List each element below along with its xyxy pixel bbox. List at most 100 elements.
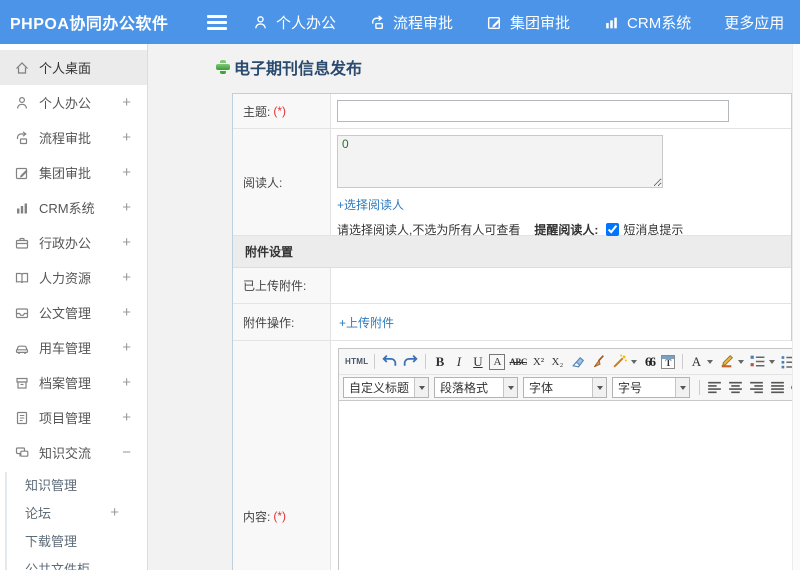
underline-button[interactable]: U xyxy=(468,352,487,372)
nav-more-apps[interactable]: 更多应用 xyxy=(724,12,800,33)
nav-crm[interactable]: CRM系统 xyxy=(603,12,691,33)
caret-down-icon[interactable] xyxy=(737,359,744,364)
strikethrough-button[interactable]: ABC xyxy=(507,352,529,372)
required-marker: (*) xyxy=(273,104,287,118)
align-left-button[interactable] xyxy=(704,378,725,398)
align-center-button[interactable] xyxy=(725,378,746,398)
undo-button[interactable] xyxy=(379,352,400,372)
date-icon: T xyxy=(661,354,676,369)
caret-down-icon[interactable] xyxy=(706,359,713,364)
font-family-select[interactable]: 字体 xyxy=(523,377,608,398)
editor-toolbar-row1: HTML B I U A ABC X² X₂ 66 T A xyxy=(339,349,800,375)
font-size-select[interactable]: 字号 xyxy=(612,377,691,398)
editor-toolbar-row2: 自定义标题 段落格式 字体 字号 xyxy=(339,375,800,401)
attachment-section-header: 附件设置 xyxy=(233,236,791,268)
expand-icon[interactable]: + xyxy=(122,269,131,286)
paragraph-format-select[interactable]: 段落格式 xyxy=(434,377,519,398)
open-book-icon xyxy=(15,272,29,283)
ordered-list-button[interactable] xyxy=(747,352,768,372)
align-right-icon xyxy=(750,381,763,394)
expand-icon[interactable]: + xyxy=(110,504,119,521)
collapse-icon[interactable]: − xyxy=(122,444,131,461)
format-brush-button[interactable] xyxy=(588,352,609,372)
sidebar-item-personal-office[interactable]: 个人办公 + xyxy=(0,85,147,120)
form-row-subject: 主题: (*) xyxy=(233,94,791,129)
redo-button[interactable] xyxy=(400,352,421,372)
undo-icon xyxy=(382,355,397,366)
nav-workflow-approval[interactable]: 流程审批 xyxy=(369,12,453,33)
justify-button[interactable] xyxy=(767,378,788,398)
expand-icon[interactable]: + xyxy=(122,304,131,321)
caret-down-icon[interactable] xyxy=(592,378,607,397)
scrollbar-track[interactable] xyxy=(792,44,800,570)
page-title: 电子期刊信息发布 xyxy=(216,55,362,79)
subscript-button[interactable]: X₂ xyxy=(548,352,567,372)
sidebar-item-document-mgmt[interactable]: 公文管理 + xyxy=(0,295,147,330)
sidebar-subitem-download-mgmt[interactable]: 下载管理 xyxy=(0,526,147,554)
sidebar-subitem-public-file-cabinet[interactable]: 公共文件柜 xyxy=(0,554,147,570)
sidebar-item-group-approval[interactable]: 集团审批 + xyxy=(0,155,147,190)
editor-content-area[interactable] xyxy=(339,401,800,570)
sms-remind-checkbox[interactable] xyxy=(606,223,620,236)
remind-readers-label: 提醒阅读人: xyxy=(534,223,599,237)
knowledge-exchange-submenu: 知识管理 论坛 + 下载管理 公共文件柜 xyxy=(0,470,147,570)
justify-icon xyxy=(771,381,784,394)
italic-button[interactable]: I xyxy=(449,352,468,372)
ordered-list-icon xyxy=(750,355,765,367)
sidebar-item-project-mgmt[interactable]: 项目管理 + xyxy=(0,400,147,435)
bold-button[interactable]: B xyxy=(430,352,449,372)
expand-icon[interactable]: + xyxy=(122,199,131,216)
source-code-button[interactable]: HTML xyxy=(343,352,370,372)
expand-icon[interactable]: + xyxy=(122,374,131,391)
expand-icon[interactable]: + xyxy=(122,164,131,181)
sidebar: 个人桌面 个人办公 + 流程审批 + 集团审批 + CRM系统 + 行政办公 +… xyxy=(0,44,148,570)
sidebar-item-workflow-approval[interactable]: 流程审批 + xyxy=(0,120,147,155)
expand-icon[interactable]: + xyxy=(122,94,131,111)
nav-personal-office[interactable]: 个人办公 xyxy=(252,12,336,33)
sidebar-item-hr[interactable]: 人力资源 + xyxy=(0,260,147,295)
remove-format-button[interactable] xyxy=(567,352,588,372)
select-readers-link[interactable]: +选择阅读人 xyxy=(337,196,404,213)
caret-down-icon[interactable] xyxy=(675,378,690,397)
sidebar-item-personal-desktop[interactable]: 个人桌面 xyxy=(0,50,147,85)
sidebar-subitem-forum[interactable]: 论坛 + xyxy=(0,498,147,526)
upload-attachment-link[interactable]: +上传附件 xyxy=(339,314,394,331)
bar-chart-icon xyxy=(17,203,27,213)
font-color-button[interactable]: A xyxy=(687,352,706,372)
caret-down-icon[interactable] xyxy=(503,378,518,397)
sidebar-item-vehicle-mgmt[interactable]: 用车管理 + xyxy=(0,330,147,365)
required-marker: (*) xyxy=(273,509,287,523)
menu-toggle-button[interactable] xyxy=(207,15,227,33)
hamburger-icon xyxy=(207,15,227,18)
readers-textarea[interactable]: 0 xyxy=(337,135,663,188)
user-icon xyxy=(16,96,28,109)
sidebar-item-crm[interactable]: CRM系统 + xyxy=(0,190,147,225)
magic-wand-icon xyxy=(613,354,627,368)
brush-icon xyxy=(593,355,604,368)
archive-box-icon xyxy=(16,377,28,389)
align-right-button[interactable] xyxy=(746,378,767,398)
style-select[interactable]: 自定义标题 xyxy=(343,377,430,398)
expand-icon[interactable]: + xyxy=(122,129,131,146)
subject-input[interactable] xyxy=(337,100,729,122)
home-icon xyxy=(16,61,28,74)
autotypeset-wand-button[interactable] xyxy=(609,352,630,372)
caret-down-icon[interactable] xyxy=(630,359,637,364)
caret-down-icon[interactable] xyxy=(768,359,775,364)
expand-icon[interactable]: + xyxy=(122,409,131,426)
sidebar-item-knowledge-exchange[interactable]: 知识交流 − xyxy=(0,435,147,470)
document-tray-icon xyxy=(15,307,29,318)
blockquote-button[interactable]: 66 xyxy=(640,352,659,372)
superscript-button[interactable]: X² xyxy=(529,352,548,372)
caret-down-icon[interactable] xyxy=(414,378,429,397)
insert-date-button[interactable]: T xyxy=(659,352,678,372)
sidebar-item-admin-office[interactable]: 行政办公 + xyxy=(0,225,147,260)
sidebar-item-archive-mgmt[interactable]: 档案管理 + xyxy=(0,365,147,400)
expand-icon[interactable]: + xyxy=(122,339,131,356)
app-logo: PHPOA协同办公软件 xyxy=(10,16,169,33)
highlight-color-button[interactable] xyxy=(716,352,737,372)
sidebar-subitem-knowledge-mgmt[interactable]: 知识管理 xyxy=(0,470,147,498)
expand-icon[interactable]: + xyxy=(122,234,131,251)
nav-group-approval[interactable]: 集团审批 xyxy=(486,12,570,33)
font-format-button[interactable]: A xyxy=(489,353,506,370)
